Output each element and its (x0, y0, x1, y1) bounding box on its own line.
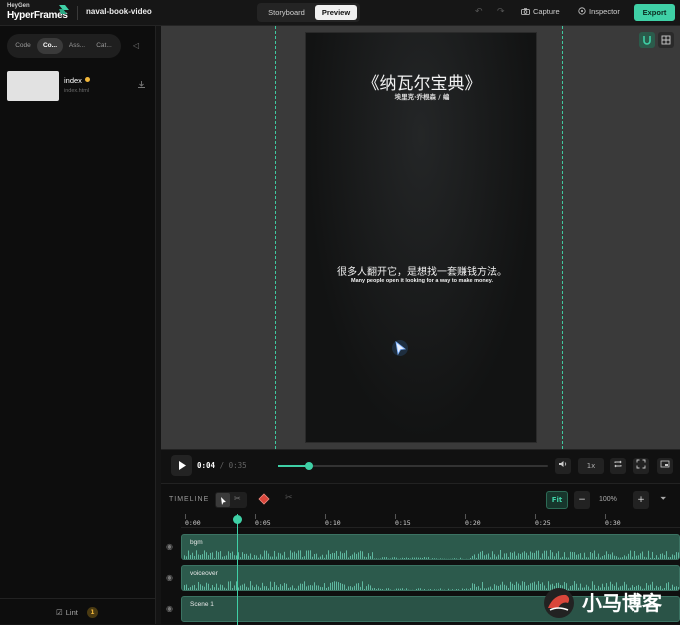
tab-storyboard[interactable]: Storyboard (260, 5, 313, 20)
volume-icon (559, 461, 567, 467)
download-icon[interactable] (137, 80, 146, 89)
sidebar-tabs: Code Co... Ass... Cat... (7, 34, 121, 58)
sidebar-tab-assets[interactable]: Ass... (65, 38, 89, 54)
sidebar-tab-code[interactable]: Code (11, 38, 35, 54)
total-time: / 0:35 (219, 461, 247, 470)
grid-icon (661, 35, 671, 45)
magnet-icon (643, 36, 651, 45)
playhead[interactable] (233, 514, 242, 625)
fullscreen-button[interactable] (633, 458, 649, 474)
file-name-row: index (64, 76, 90, 85)
top-bar: HeyGen HyperFrames naval-book-video Stor… (0, 0, 680, 26)
inspector-button[interactable]: Inspector (578, 7, 620, 16)
file-item-index[interactable]: index index.html (0, 68, 155, 106)
header-divider (77, 6, 78, 20)
zoom-out-button[interactable]: − (574, 491, 590, 509)
redo-icon[interactable]: ↷ (497, 7, 505, 17)
track-name-scene-1: Scene 1 (190, 601, 214, 608)
app-logo: HeyGen HyperFrames (7, 3, 69, 23)
brand-top: HeyGen (7, 3, 30, 9)
file-path: index.html (64, 88, 90, 94)
play-icon (179, 461, 186, 470)
camera-icon (521, 8, 530, 15)
ruler-tick-label: 0:05 (255, 519, 271, 527)
current-time: 0:04 (197, 461, 216, 470)
watermark-text: 小马博客 (582, 591, 662, 615)
zoom-level: 100% (599, 496, 617, 503)
pointer-icon (221, 497, 226, 505)
loop-button[interactable] (610, 458, 626, 474)
cursor-icon (392, 340, 408, 356)
subtitle-english: Many people open it looking for a way to… (350, 278, 493, 284)
snap-toggle[interactable] (639, 32, 655, 48)
fit-button[interactable]: Fit (546, 491, 568, 509)
preview-stage: 《纳瓦尔宝典》 埃里克·乔根森 / 编 很多人翻开它，是想找一套赚钱方法。 Ma… (161, 26, 680, 449)
safe-area-guide-right (562, 26, 563, 449)
keyframe-icon[interactable] (258, 493, 270, 505)
pip-button[interactable] (657, 458, 673, 474)
volume-button[interactable] (555, 458, 571, 474)
video-author: 埃里克·乔根森 / 编 (394, 93, 450, 101)
sidebar-tab-catalog[interactable]: Cat... (91, 38, 117, 54)
eye-icon[interactable]: ◉ (166, 542, 173, 551)
ruler-tick-label: 0:10 (325, 519, 341, 527)
tab-preview[interactable]: Preview (315, 5, 357, 20)
undo-icon[interactable]: ↶ (475, 7, 483, 17)
watermark: 小马博客 (540, 586, 662, 624)
split-icon[interactable]: ✂ (285, 493, 293, 503)
playhead-handle[interactable] (233, 515, 242, 524)
ruler-tick-label: 0:20 (465, 519, 481, 527)
play-button[interactable] (171, 455, 192, 476)
lint-bar[interactable]: ☑ Lint 1 (0, 598, 155, 624)
razor-tool-icon[interactable]: ✂ (234, 494, 241, 503)
ruler-tick-label: 0:00 (185, 519, 201, 527)
crosshair-icon (578, 7, 586, 15)
collapse-sidebar-icon[interactable]: ◁ (133, 41, 139, 50)
subtitle-chinese: 很多人翻开它，是想找一套赚钱方法。 (337, 267, 507, 278)
inspector-label: Inspector (589, 7, 620, 16)
seek-bar[interactable] (278, 462, 548, 470)
video-frame[interactable]: 《纳瓦尔宝典》 埃里克·乔根森 / 编 很多人翻开它，是想找一套赚钱方法。 Ma… (305, 32, 537, 443)
file-name: index (64, 76, 82, 85)
timeline-tools: ✂ (215, 492, 247, 508)
lint-label: Lint (65, 608, 78, 617)
picture-in-picture-icon (660, 460, 670, 468)
sidebar: Code Co... Ass... Cat... ◁ index index.h… (0, 26, 156, 624)
loop-icon (614, 460, 622, 468)
time-ruler[interactable]: 0:00 0:05 0:10 0:15 0:20 0:25 0:30 (181, 514, 680, 528)
zoom-in-button[interactable]: + (633, 491, 649, 509)
file-thumbnail (7, 71, 59, 101)
eye-icon[interactable]: ◉ (166, 604, 173, 613)
time-display: 0:04 / 0:35 (197, 461, 247, 470)
playback-speed-button[interactable]: 1x (578, 458, 604, 474)
grid-toggle[interactable] (658, 32, 674, 48)
player-controls: 0:04 / 0:35 1x (161, 449, 680, 483)
view-tabs: Storyboard Preview (257, 3, 360, 22)
project-name[interactable]: naval-book-video (86, 7, 152, 16)
lint-label-row: ☑ Lint (56, 608, 78, 617)
export-button[interactable]: Export (634, 4, 675, 21)
track-bgm[interactable]: bgm (181, 534, 680, 560)
fullscreen-icon (636, 459, 646, 469)
timeline-label: TIMELINE (169, 496, 210, 503)
lint-count-badge: 1 (87, 607, 98, 618)
logo-mark-icon (59, 5, 69, 14)
seek-bar-knob[interactable] (304, 462, 313, 470)
capture-label: Capture (533, 7, 560, 16)
horse-logo-icon (544, 588, 574, 618)
unsaved-dot (84, 77, 90, 82)
eye-icon[interactable]: ◉ (166, 573, 173, 582)
lint-check-icon: ☑ (56, 608, 63, 617)
filter-icon[interactable]: ⏷ (660, 494, 666, 504)
bgm-waveform (184, 550, 679, 559)
ruler-tick-label: 0:30 (605, 519, 621, 527)
ruler-tick-label: 0:15 (395, 519, 411, 527)
ruler-tick-label: 0:25 (535, 519, 551, 527)
select-tool[interactable] (216, 493, 230, 507)
safe-area-guide-left (275, 26, 276, 449)
sidebar-tab-compositions[interactable]: Co... (37, 38, 63, 54)
capture-button[interactable]: Capture (521, 7, 560, 16)
